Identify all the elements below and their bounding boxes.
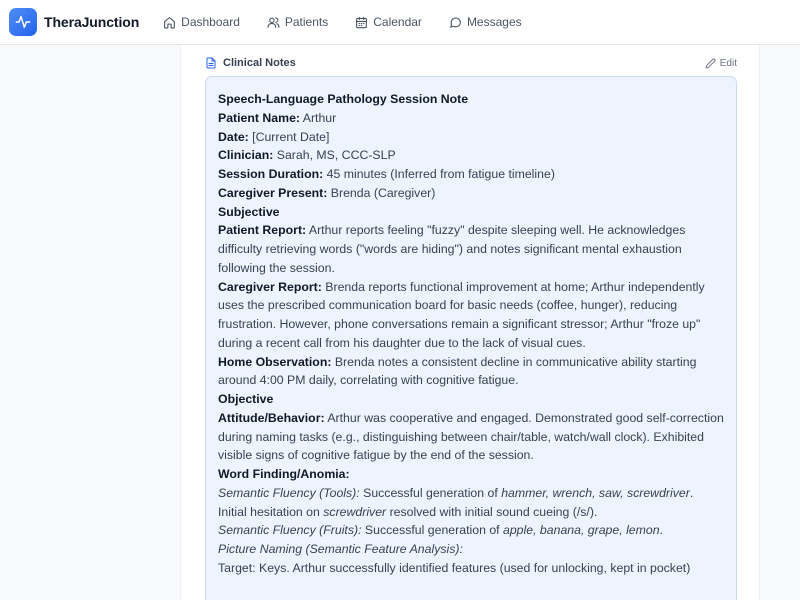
- note-patient-report: Patient Report: Arthur reports feeling "…: [218, 223, 686, 275]
- note-patient-name: Patient Name: Arthur: [218, 110, 337, 125]
- nav-item-calendar[interactable]: Calendar: [355, 7, 422, 37]
- brand[interactable]: TheraJunction: [9, 8, 139, 36]
- note-semantic-fluency-fruits: Semantic Fluency (Fruits): Successful ge…: [218, 523, 663, 538]
- main-panel: Clinical Notes Edit Speech-Language Path…: [180, 45, 760, 600]
- note-caregiver-present: Caregiver Present: Brenda (Caregiver): [218, 185, 436, 200]
- note-picture-naming: Picture Naming (Semantic Feature Analysi…: [218, 542, 463, 556]
- note-heading: Speech-Language Pathology Session Note: [218, 92, 469, 106]
- note-session-duration: Session Duration: 45 minutes (Inferred f…: [218, 167, 555, 181]
- note-attitude-behavior: Attitude/Behavior: Arthur was cooperativ…: [218, 410, 724, 463]
- home-icon: [164, 16, 176, 28]
- file-text-icon: [206, 57, 216, 69]
- message-circle-icon: [450, 16, 461, 28]
- note-subjective-heading: Subjective: [218, 204, 280, 219]
- main-nav: Dashboard Patients Calendar Messages: [163, 7, 548, 37]
- nav-label: Calendar: [373, 15, 422, 29]
- note-home-observation: Home Observation: Brenda notes a consist…: [218, 354, 697, 388]
- section-title-label: Clinical Notes: [223, 57, 296, 69]
- note-word-finding-heading: Word Finding/Anomia:: [218, 467, 350, 481]
- edit-button[interactable]: Edit: [705, 58, 737, 69]
- activity-pulse-icon: [9, 8, 37, 36]
- nav-item-dashboard[interactable]: Dashboard: [163, 7, 240, 37]
- nav-item-messages[interactable]: Messages: [449, 7, 522, 37]
- nav-item-patients[interactable]: Patients: [267, 7, 328, 37]
- note-semantic-fluency-tools: Semantic Fluency (Tools): Successful gen…: [218, 485, 694, 519]
- nav-label: Dashboard: [181, 15, 240, 29]
- users-icon: [267, 16, 280, 28]
- section-title: Clinical Notes: [205, 57, 296, 69]
- note-objective-heading: Objective: [218, 392, 274, 406]
- calendar-icon: [356, 16, 368, 28]
- pencil-icon: [705, 58, 716, 69]
- note-clinician: Clinician: Sarah, MS, CCC-SLP: [218, 148, 396, 163]
- clinical-notes-header: Clinical Notes Edit: [205, 55, 737, 71]
- note-target-line: Target: Keys. Arthur successfully identi…: [218, 560, 691, 575]
- top-navbar: TheraJunction Dashboard Patients Calenda…: [0, 0, 800, 45]
- nav-label: Messages: [466, 15, 522, 29]
- edit-label: Edit: [719, 57, 737, 69]
- note-date: Date: [Current Date]: [218, 129, 330, 144]
- clinical-note-body[interactable]: Speech-Language Pathology Session Note P…: [205, 76, 737, 600]
- note-caregiver-report: Caregiver Report: Brenda reports functio…: [218, 279, 705, 350]
- nav-label: Patients: [284, 15, 329, 29]
- app-name: TheraJunction: [44, 14, 140, 30]
